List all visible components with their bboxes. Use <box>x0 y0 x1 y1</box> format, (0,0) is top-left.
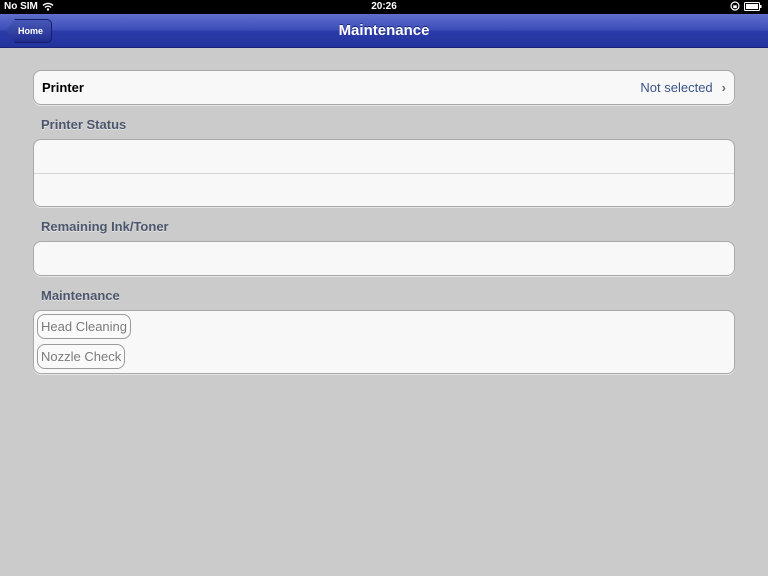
remaining-ink-row <box>34 242 734 275</box>
navigation-bar: Home Maintenance <box>0 14 768 48</box>
rotation-lock-icon <box>730 1 740 11</box>
maintenance-item: Nozzle Check <box>37 344 734 373</box>
maintenance-group: Head Cleaning Nozzle Check <box>33 310 735 374</box>
printer-status-group <box>33 139 735 207</box>
printer-status-row <box>34 173 734 206</box>
head-cleaning-button[interactable]: Head Cleaning <box>37 314 132 339</box>
printer-selector-row[interactable]: Printer Not selected › <box>34 71 734 104</box>
printer-group: Printer Not selected › <box>33 70 735 105</box>
printer-status-header: Printer Status <box>41 117 127 132</box>
page-title: Maintenance <box>338 22 430 39</box>
remaining-ink-header: Remaining Ink/Toner <box>41 219 169 234</box>
chevron-right-icon: › <box>721 80 726 95</box>
main-content: Printer Not selected › Printer Status Re… <box>33 70 735 374</box>
remaining-ink-group <box>33 241 735 276</box>
battery-icon <box>744 1 762 11</box>
nozzle-check-button[interactable]: Nozzle Check <box>37 344 126 369</box>
maintenance-item: Head Cleaning <box>37 314 734 344</box>
status-icons <box>730 1 762 11</box>
maintenance-header: Maintenance <box>41 288 120 303</box>
printer-status-row <box>34 140 734 173</box>
status-bar: No SIM 20:26 <box>0 0 768 14</box>
printer-label: Printer <box>42 80 84 95</box>
clock: 20:26 <box>371 1 397 12</box>
printer-value: Not selected <box>640 80 713 95</box>
